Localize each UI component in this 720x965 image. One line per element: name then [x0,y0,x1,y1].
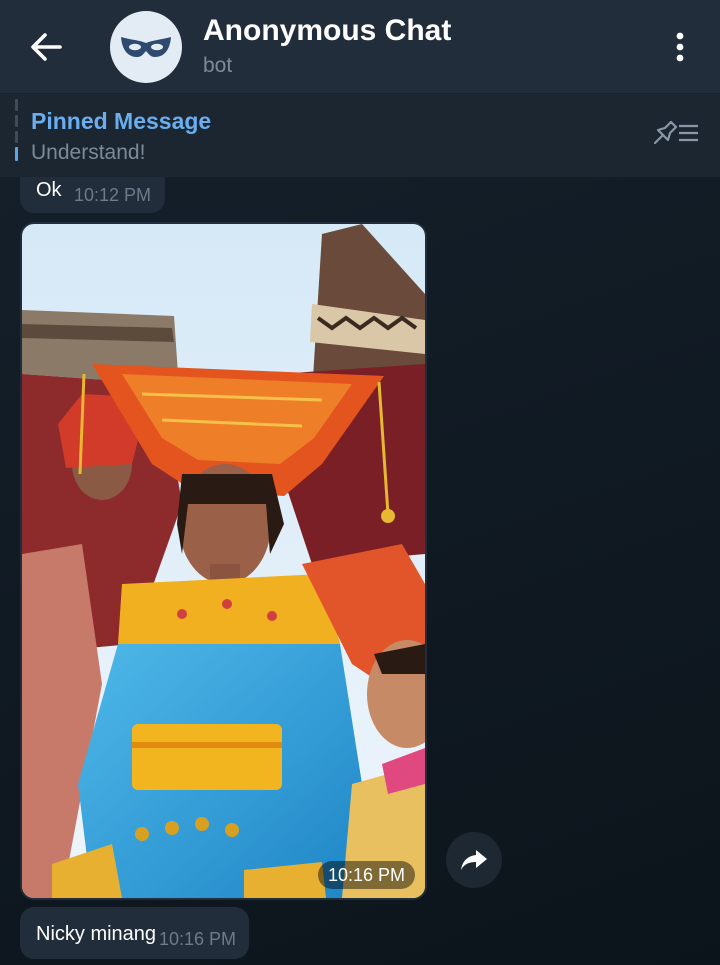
pinned-indicator [15,99,18,161]
avatar[interactable] [110,11,182,83]
more-vertical-icon [676,32,684,62]
back-button[interactable] [18,22,74,72]
chat-title[interactable]: Anonymous Chat [203,14,451,48]
pinned-text: Understand! [31,141,146,164]
pinned-list-button[interactable] [650,118,702,148]
photo-message[interactable]: 10:16 PM [20,222,427,900]
chat-screen: Anonymous Chat bot Pinned Message Unders… [0,0,720,965]
message-text: Nicky minang [36,923,157,945]
message-time: 10:16 PM [159,929,237,949]
menu-button[interactable] [660,24,700,70]
photo[interactable]: 10:16 PM [22,224,425,898]
chat-header: Anonymous Chat bot [0,0,720,93]
photo-illustration [22,224,425,898]
message-time: 10:12 PM [74,185,152,205]
chat-subtitle: bot [203,54,233,77]
mask-icon [121,37,171,57]
share-arrow-icon [461,850,487,870]
photo-time: 10:16 PM [318,861,415,889]
share-button[interactable] [446,832,502,888]
pinned-title: Pinned Message [31,108,212,134]
message-bubble[interactable]: Nicky minang 10:16 PM [20,907,249,959]
message-list[interactable]: Ok 10:12 PM 10:16 PM Nicky minang 10:16 … [0,177,720,965]
arrow-left-icon [31,33,62,61]
message-text: Ok [36,179,62,201]
pinned-list-icon [653,120,698,145]
message-bubble[interactable]: Ok 10:12 PM [20,177,165,213]
pinned-message-bar[interactable]: Pinned Message Understand! [0,93,720,177]
